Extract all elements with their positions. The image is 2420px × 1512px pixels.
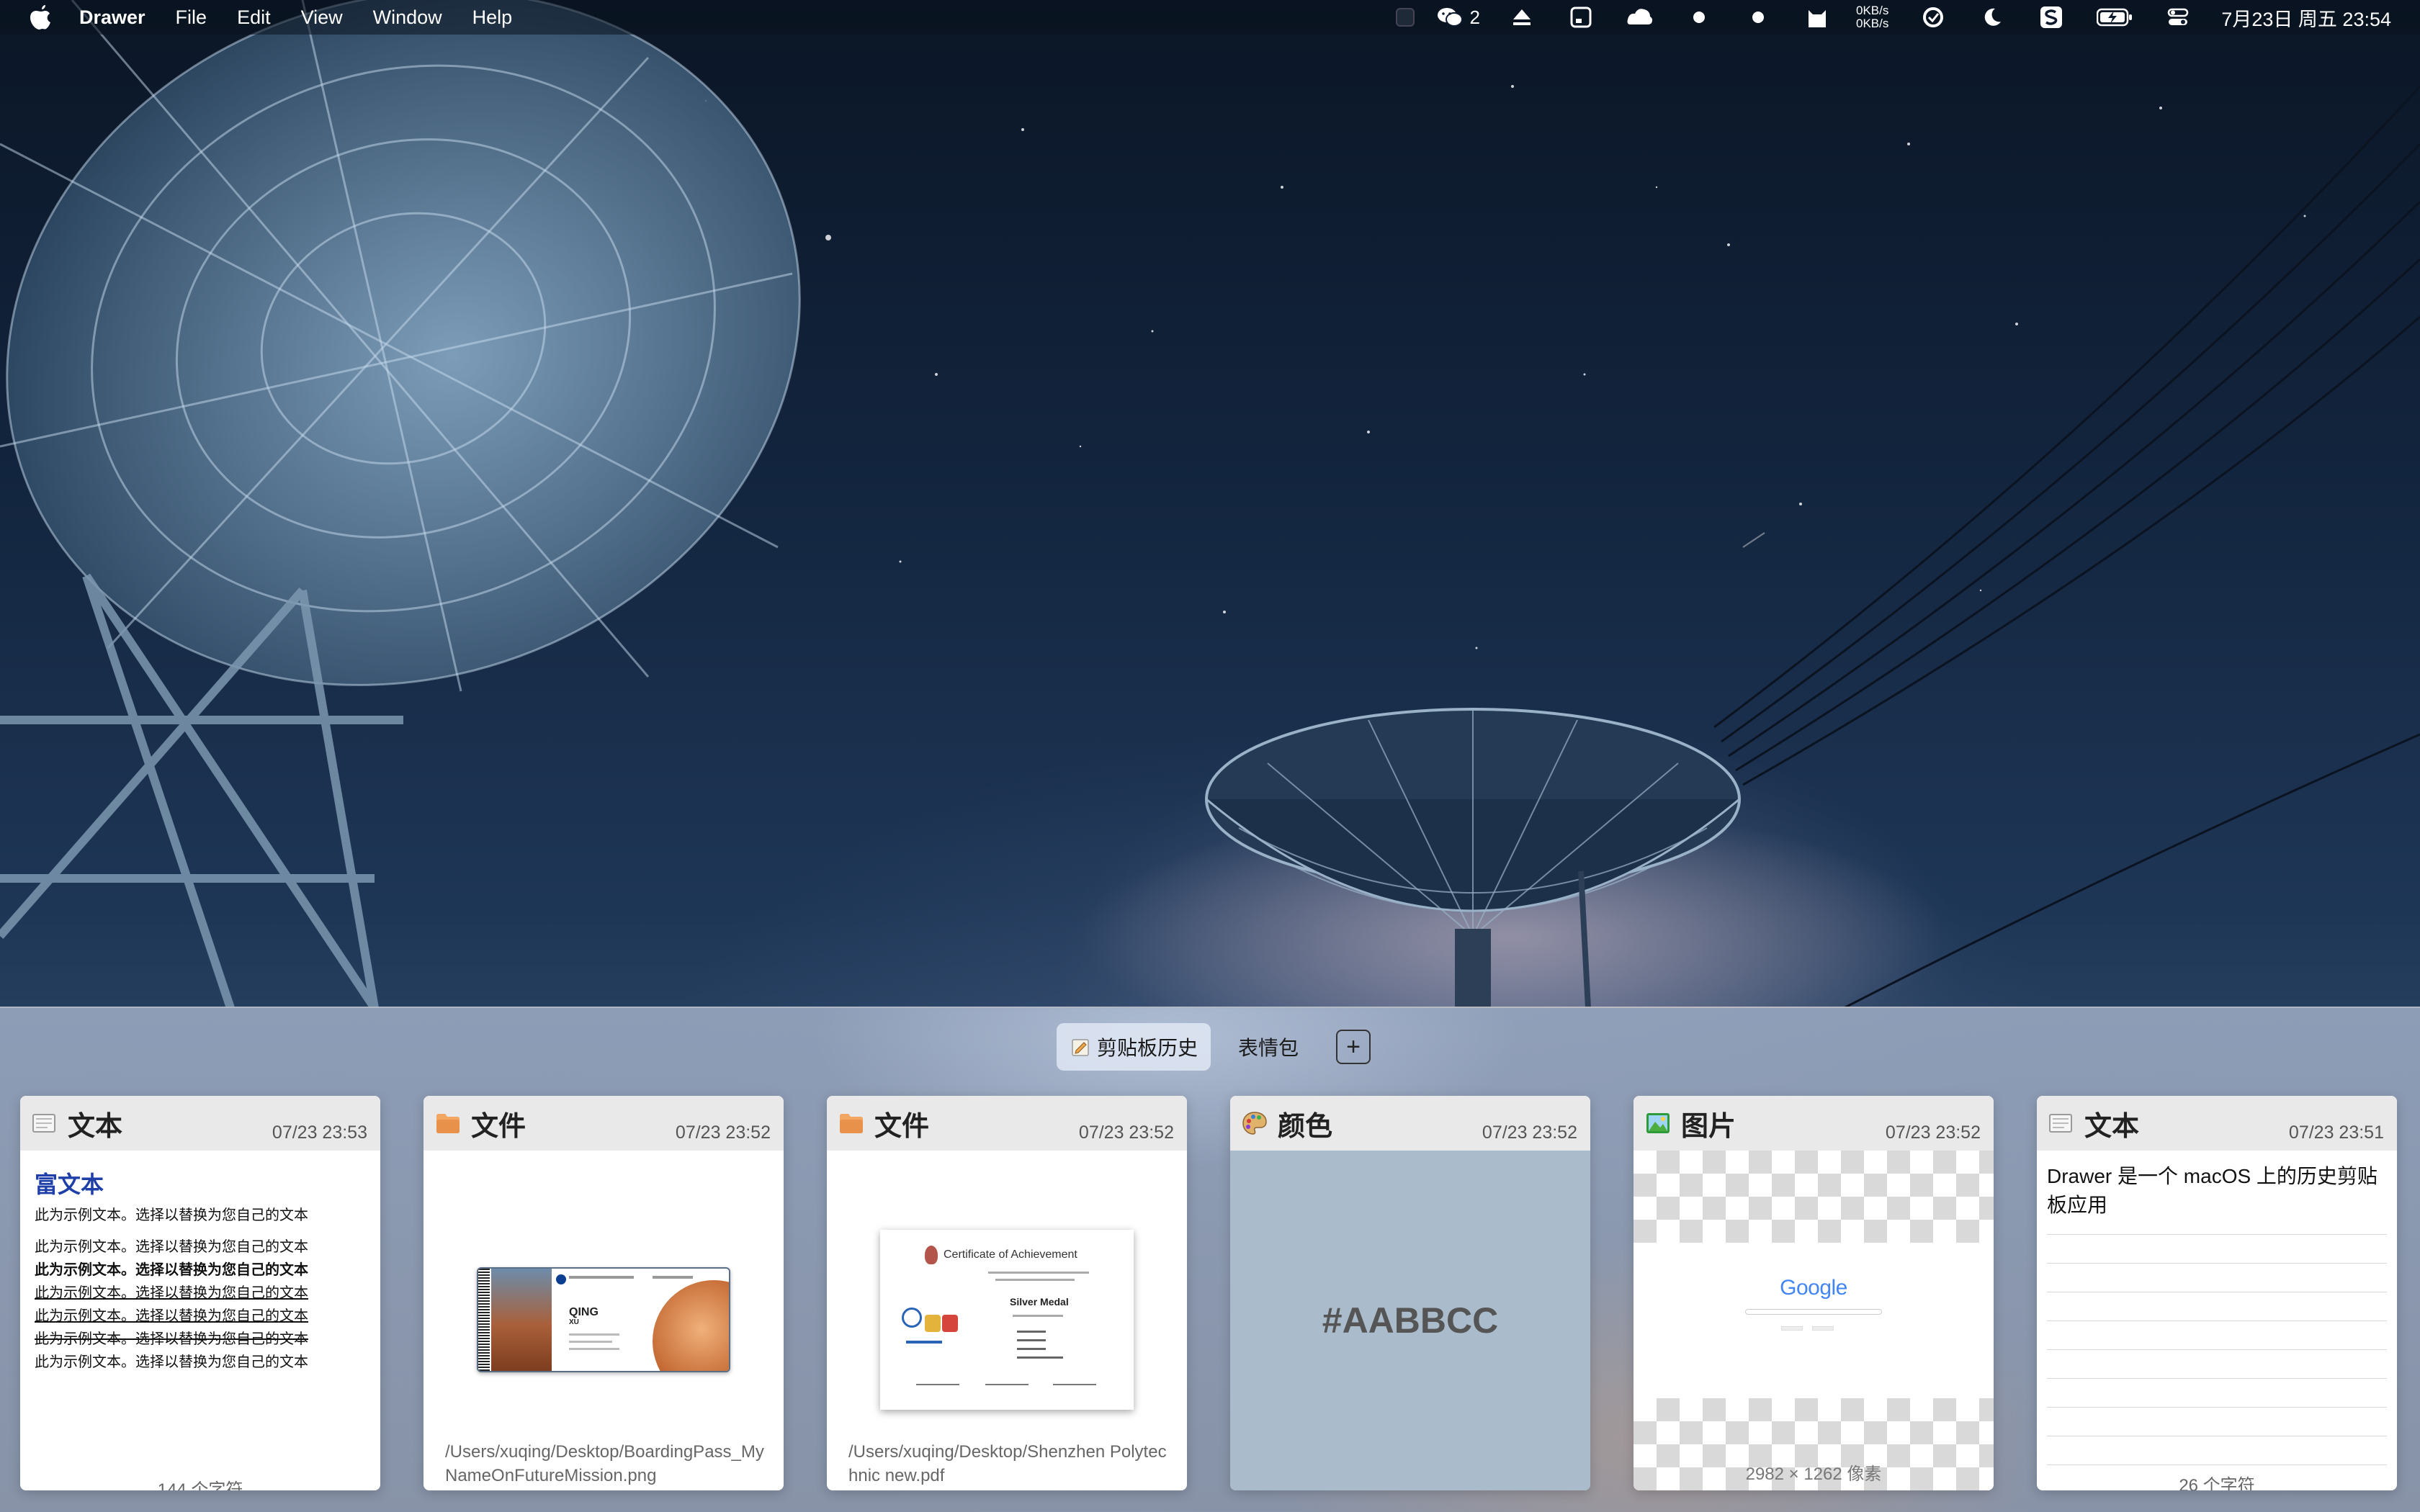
clipboard-cards: 文本 07/23 23:53 富文本 此为示例文本。选择以替换为您自己的文本 此… <box>20 1096 2400 1492</box>
card-type-label: 图片 <box>1681 1111 1736 1142</box>
clip-card-image[interactable]: 图片 07/23 23:52 Google 2982 × 1262 像素 <box>1634 1096 1994 1490</box>
card-content: QING XU /Users/xuqing/Desktop/BoardingPa… <box>424 1151 784 1490</box>
card-header: 颜色 07/23 23:52 <box>1230 1096 1590 1151</box>
net-upload: 0KB/s <box>1856 4 1889 17</box>
drawer-tabs: 剪贴板历史 表情包 + <box>0 1022 2420 1071</box>
s-app-icon[interactable] <box>2037 3 2066 32</box>
rich-text-title: 富文本 <box>35 1171 104 1197</box>
clock-app-icon[interactable] <box>1919 3 1948 32</box>
rich-text-line-underline: 此为示例文本。选择以替换为您自己的文本 <box>35 1308 308 1324</box>
boarding-pass-name: QING XU <box>569 1306 599 1327</box>
rich-text-line: 此为示例文本。选择以替换为您自己的文本 <box>35 1239 308 1255</box>
apple-menu-icon[interactable] <box>27 4 55 31</box>
radio-telescope-illustration <box>0 0 2420 1008</box>
tab-clipboard-history-label: 剪贴板历史 <box>1096 1037 1198 1059</box>
plain-text-content: Drawer 是一个 macOS 上的历史剪贴板应用 <box>2047 1165 2378 1216</box>
card-content: Certificate of Achievement Silver Medal <box>827 1151 1187 1490</box>
folder-icon <box>436 1114 460 1133</box>
color-hex-value: #AABBCC <box>1322 1300 1499 1341</box>
app-grid-icon[interactable] <box>1391 3 1420 32</box>
card-header: 文件 07/23 23:52 <box>827 1096 1187 1151</box>
rich-text-line: 此为示例文本。选择以替换为您自己的文本 <box>35 1207 308 1223</box>
eject-icon[interactable] <box>1507 3 1536 32</box>
google-logo-text: Google <box>1780 1276 1847 1300</box>
card-header: 文件 07/23 23:52 <box>424 1096 784 1151</box>
image-dimensions: 2982 × 1262 像素 <box>1745 1464 1882 1484</box>
char-count: 144 个字符 <box>157 1480 243 1490</box>
window-icon[interactable] <box>1567 3 1595 32</box>
clipboard-drawer: 剪贴板历史 表情包 + 文本 07/23 23:53 富文本 此为示例文本。选择… <box>0 1007 2420 1512</box>
card-timestamp: 07/23 23:52 <box>1482 1122 1577 1143</box>
cat-icon[interactable] <box>1803 3 1832 32</box>
card-type-label: 文本 <box>68 1111 123 1142</box>
net-download: 0KB/s <box>1856 17 1889 30</box>
card-timestamp: 07/23 23:52 <box>1078 1122 1174 1143</box>
rich-text-line-bold: 此为示例文本。选择以替换为您自己的文本 <box>35 1262 308 1278</box>
card-timestamp: 07/23 23:51 <box>2288 1122 2384 1143</box>
menu-file[interactable]: File <box>176 6 207 29</box>
card-content: 富文本 此为示例文本。选择以替换为您自己的文本 此为示例文本。选择以替换为您自己… <box>20 1166 380 1490</box>
text-doc-icon <box>32 1114 55 1133</box>
battery-icon[interactable] <box>2096 3 2133 32</box>
dot-icon[interactable] <box>1744 3 1773 32</box>
file-path: /Users/xuqing/Desktop/Shenzhen Polytechn… <box>848 1442 1167 1485</box>
card-type-label: 文本 <box>2084 1111 2140 1142</box>
clip-card-plain-text[interactable]: 文本 07/23 23:51 Drawer 是一个 macOS 上的历史剪贴板应… <box>2037 1096 2397 1490</box>
menu-clock[interactable]: 7月23日 周五 23:54 <box>2221 4 2391 32</box>
control-center-icon[interactable] <box>2164 3 2192 32</box>
card-content: Google 2982 × 1262 像素 <box>1634 1151 1994 1490</box>
card-content: Drawer 是一个 macOS 上的历史剪贴板应用 26 个字符 <box>2037 1162 2397 1490</box>
tab-stickers-label: 表情包 <box>1238 1037 1299 1059</box>
card-timestamp: 07/23 23:52 <box>675 1122 771 1143</box>
clipboard-icon <box>1072 1039 1089 1056</box>
cloud-icon[interactable] <box>1626 3 1654 32</box>
network-speed[interactable]: 0KB/s 0KB/s <box>1856 4 1888 30</box>
transparency-checker <box>1634 1151 1994 1243</box>
tab-stickers[interactable]: 表情包 <box>1225 1023 1312 1071</box>
clip-card-file-boarding-pass[interactable]: 文件 07/23 23:52 QING XU /Users/xuqing/Des… <box>424 1096 784 1490</box>
text-doc-icon <box>2049 1114 2072 1133</box>
palette-icon <box>1242 1112 1267 1135</box>
rich-text-line-strike: 此为示例文本。选择以替换为您自己的文本 <box>35 1331 308 1347</box>
dot-icon[interactable] <box>1685 3 1713 32</box>
card-header: 图片 07/23 23:52 <box>1634 1096 1994 1151</box>
card-type-label: 颜色 <box>1278 1111 1333 1142</box>
menu-help[interactable]: Help <box>472 6 513 29</box>
card-header: 文本 07/23 23:51 <box>2037 1096 2397 1151</box>
image-preview: Google <box>1634 1243 1994 1398</box>
card-timestamp: 07/23 23:52 <box>1885 1122 1981 1143</box>
add-tab-button[interactable]: + <box>1336 1030 1371 1064</box>
clip-card-rich-text[interactable]: 文本 07/23 23:53 富文本 此为示例文本。选择以替换为您自己的文本 此… <box>20 1096 380 1490</box>
tab-clipboard-history[interactable]: 剪贴板历史 <box>1056 1023 1211 1071</box>
folder-icon <box>840 1114 863 1133</box>
clip-card-file-certificate[interactable]: 文件 07/23 23:52 Certificate of Achievemen… <box>827 1096 1187 1490</box>
card-timestamp: 07/23 23:53 <box>272 1122 367 1143</box>
card-header: 文本 07/23 23:53 <box>20 1096 380 1151</box>
menu-view[interactable]: View <box>301 6 343 29</box>
file-path: /Users/xuqing/Desktop/BoardingPass_MyNam… <box>445 1442 764 1485</box>
card-type-label: 文件 <box>874 1111 930 1142</box>
color-swatch: #AABBCC <box>1230 1151 1590 1490</box>
menu-window[interactable]: Window <box>373 6 442 29</box>
certificate-thumbnail: Certificate of Achievement Silver Medal <box>880 1230 1134 1410</box>
menu-bar: Drawer File Edit View Window Help 2 0KB/… <box>0 0 2420 35</box>
card-type-label: 文件 <box>471 1111 526 1142</box>
clip-card-color[interactable]: 颜色 07/23 23:52 #AABBCC <box>1230 1096 1590 1490</box>
moon-icon[interactable] <box>1978 3 2007 32</box>
rich-text-line: 此为示例文本。选择以替换为您自己的文本 <box>35 1354 308 1370</box>
image-icon <box>1646 1113 1670 1133</box>
add-tab-label: + <box>1346 1033 1361 1061</box>
certificate-title: Certificate of Achievement <box>944 1248 1077 1261</box>
boarding-pass-thumbnail: QING XU <box>477 1267 730 1372</box>
certificate-medal: Silver Medal <box>1010 1296 1069 1308</box>
wechat-badge: 2 <box>1469 6 1481 28</box>
rich-text-line-underline: 此为示例文本。选择以替换为您自己的文本 <box>35 1285 308 1301</box>
wechat-icon[interactable] <box>1435 3 1464 32</box>
menu-app-name[interactable]: Drawer <box>79 6 145 29</box>
char-count: 26 个字符 <box>2179 1476 2255 1490</box>
menu-edit[interactable]: Edit <box>237 6 271 29</box>
